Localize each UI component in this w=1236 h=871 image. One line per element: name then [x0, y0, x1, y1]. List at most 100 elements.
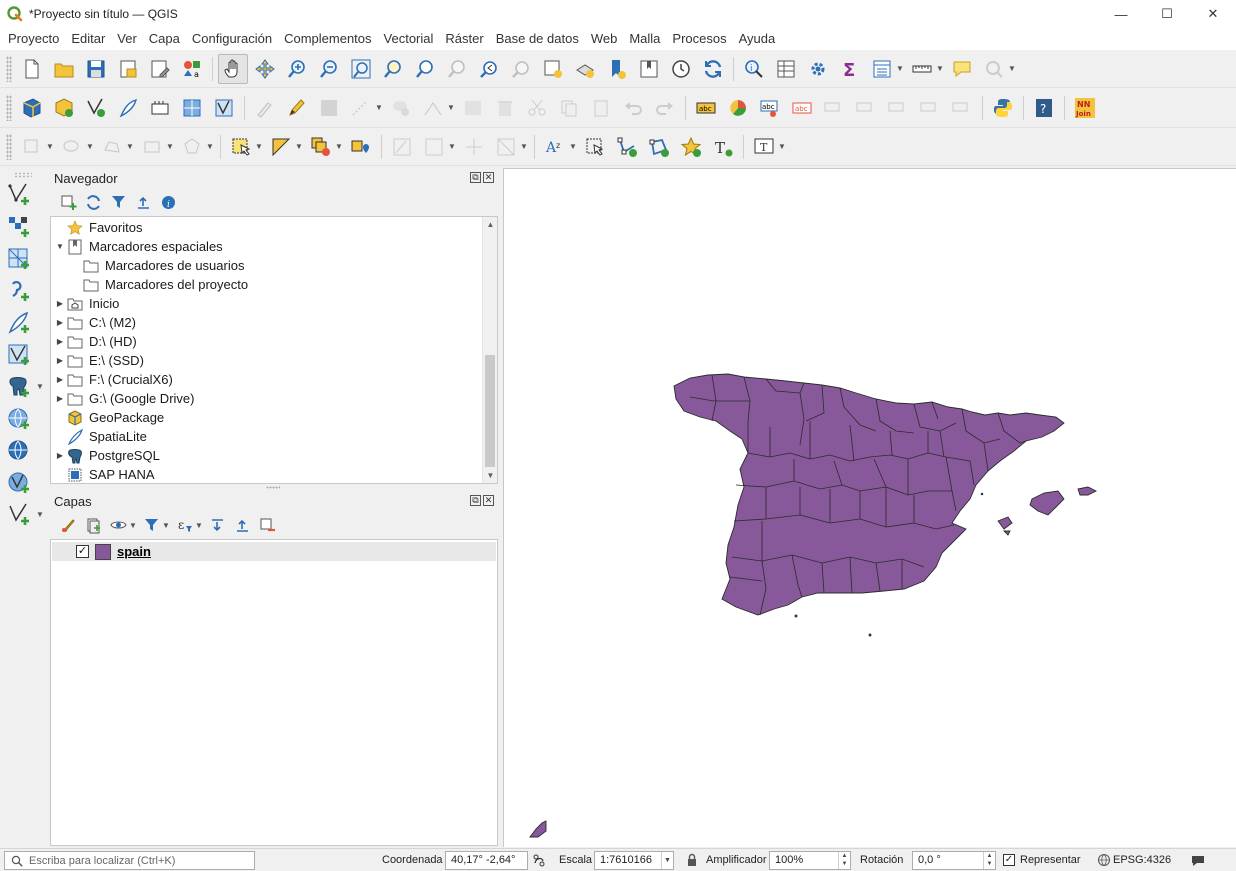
new-3d-view-button[interactable] [570, 54, 600, 84]
tree-item-drive-e[interactable]: ▶ E:\ (SSD) [53, 351, 144, 370]
chevron-down-icon[interactable]: ▼ [36, 382, 44, 391]
paste-features-button[interactable] [586, 93, 616, 123]
tree-item-drive-f[interactable]: ▶ F:\ (CrucialX6) [53, 370, 173, 389]
new-shapefile-layer-button[interactable] [81, 93, 111, 123]
coordinate-field[interactable]: 40,17° -2,64° [445, 851, 528, 870]
properties-button[interactable]: i [156, 191, 181, 213]
chevron-right-icon[interactable]: ▶ [53, 375, 67, 384]
add-vector-tile-layer-button[interactable] [4, 500, 34, 530]
chevron-down-icon[interactable]: ▼ [778, 142, 786, 151]
layer-styling-button[interactable] [56, 514, 81, 536]
menu-capa[interactable]: Capa [143, 28, 186, 50]
open-attribute-table-button[interactable] [771, 54, 801, 84]
digitize-button[interactable] [346, 93, 376, 123]
coordinate-toggle-icon[interactable] [531, 852, 547, 868]
collapse-all-button[interactable] [131, 191, 156, 213]
add-ellipse-button[interactable] [57, 132, 87, 162]
menorca-island[interactable] [1077, 486, 1098, 496]
annotation-select-button[interactable] [580, 132, 610, 162]
statistical-summary-button[interactable]: Σ [835, 54, 865, 84]
vertex-tool-button[interactable] [418, 93, 448, 123]
tree-item-marcadores-de-usuarios[interactable]: Marcadores de usuarios [69, 256, 244, 275]
menu-complementos[interactable]: Complementos [278, 28, 377, 50]
chevron-down-icon[interactable]: ▼ [375, 103, 383, 112]
float-panel-button[interactable]: ⧉ [470, 495, 481, 506]
layout-manager-button[interactable] [145, 54, 175, 84]
annotation-polygon-button[interactable] [644, 132, 674, 162]
label-style-button[interactable]: Az [540, 132, 570, 162]
advanced-digitize-2-button[interactable] [419, 132, 449, 162]
chevron-down-icon[interactable]: ▼ [447, 103, 455, 112]
identify-features-button[interactable]: i [739, 54, 769, 84]
tree-item-inicio[interactable]: ▶ Inicio [53, 294, 119, 313]
tree-item-favoritos[interactable]: Favoritos [53, 218, 142, 237]
refresh-browser-button[interactable] [81, 191, 106, 213]
annotation-marker-button[interactable] [676, 132, 706, 162]
redo-button[interactable] [650, 93, 680, 123]
layer-visibility-checkbox[interactable]: ✓ [76, 545, 89, 558]
toolbar-grip[interactable] [14, 172, 32, 178]
add-wcs-layer-button[interactable] [4, 436, 34, 466]
menu-malla[interactable]: Malla [623, 28, 666, 50]
menu-procesos[interactable]: Procesos [666, 28, 732, 50]
new-project-button[interactable] [17, 54, 47, 84]
menu-raster[interactable]: Ráster [439, 28, 489, 50]
menu-ver[interactable]: Ver [111, 28, 143, 50]
current-edits-button[interactable] [250, 93, 280, 123]
panel-splitter-handle[interactable] [266, 486, 280, 489]
tree-item-drive-g[interactable]: ▶ G:\ (Google Drive) [53, 389, 195, 408]
zoom-last-button[interactable] [474, 54, 504, 84]
tree-item-sap-hana[interactable]: SAP HANA [53, 465, 155, 483]
delete-selected-button[interactable] [490, 93, 520, 123]
layer-labeling-button[interactable]: abc [691, 93, 721, 123]
annotation-line-button[interactable] [612, 132, 642, 162]
chevron-right-icon[interactable]: ▶ [53, 451, 67, 460]
add-regular-polygon-button[interactable] [177, 132, 207, 162]
new-map-view-button[interactable] [538, 54, 568, 84]
chevron-down-icon[interactable]: ▼ [569, 142, 577, 151]
chevron-right-icon[interactable]: ▶ [53, 318, 67, 327]
chevron-down-icon[interactable]: ▼ [86, 142, 94, 151]
add-rectangle-button[interactable] [137, 132, 167, 162]
maximize-button[interactable]: ☐ [1144, 0, 1190, 28]
chevron-down-icon[interactable]: ▼ [195, 521, 203, 530]
change-label-button[interactable] [947, 93, 977, 123]
processing-toolbox-button[interactable] [803, 54, 833, 84]
zoom-next-button[interactable] [506, 54, 536, 84]
layer-row-spain[interactable]: ✓ spain [52, 542, 496, 561]
close-button[interactable]: ✕ [1190, 0, 1236, 28]
menu-editar[interactable]: Editar [65, 28, 111, 50]
expand-all-button[interactable] [205, 514, 230, 536]
show-hide-labels-button[interactable] [851, 93, 881, 123]
select-by-location-button[interactable] [346, 132, 376, 162]
modify-attributes-button[interactable] [458, 93, 488, 123]
filter-browser-button[interactable] [106, 191, 131, 213]
save-project-button[interactable] [81, 54, 111, 84]
browser-scrollbar[interactable]: ▲ ▼ [482, 217, 497, 483]
zoom-to-layer-button[interactable] [410, 54, 440, 84]
add-vector-layer-button[interactable] [209, 93, 239, 123]
show-bookmarks-button[interactable] [634, 54, 664, 84]
move-label-button[interactable] [883, 93, 913, 123]
tree-item-geopackage[interactable]: GeoPackage [53, 408, 164, 427]
highlight-pinned-labels-button[interactable]: abc [755, 93, 785, 123]
add-spatialite-layer-button[interactable] [4, 308, 34, 338]
deselect-all-button[interactable] [306, 132, 336, 162]
rotation-spinbox[interactable]: 0,0 ° ▲ ▼ [912, 851, 996, 870]
data-source-manager-button[interactable] [17, 93, 47, 123]
copy-features-button[interactable] [554, 93, 584, 123]
save-layer-edits-button[interactable] [314, 93, 344, 123]
advanced-digitize-4-button[interactable] [491, 132, 521, 162]
chevron-down-icon[interactable]: ▼ [36, 510, 44, 519]
menu-configuracion[interactable]: Configuración [186, 28, 278, 50]
map-canvas[interactable] [503, 168, 1236, 847]
zoom-in-button[interactable] [282, 54, 312, 84]
chevron-down-icon[interactable]: ▼ [335, 142, 343, 151]
nnjoin-plugin-button[interactable]: NN Join [1070, 93, 1100, 123]
menu-base-de-datos[interactable]: Base de datos [490, 28, 585, 50]
chevron-down-icon[interactable]: ▼ [46, 142, 54, 151]
chevron-right-icon[interactable]: ▶ [53, 356, 67, 365]
chevron-down-icon[interactable]: ▼ [661, 852, 673, 869]
refresh-button[interactable] [698, 54, 728, 84]
locator-search-input[interactable]: Escriba para localizar (Ctrl+K) [4, 851, 255, 870]
